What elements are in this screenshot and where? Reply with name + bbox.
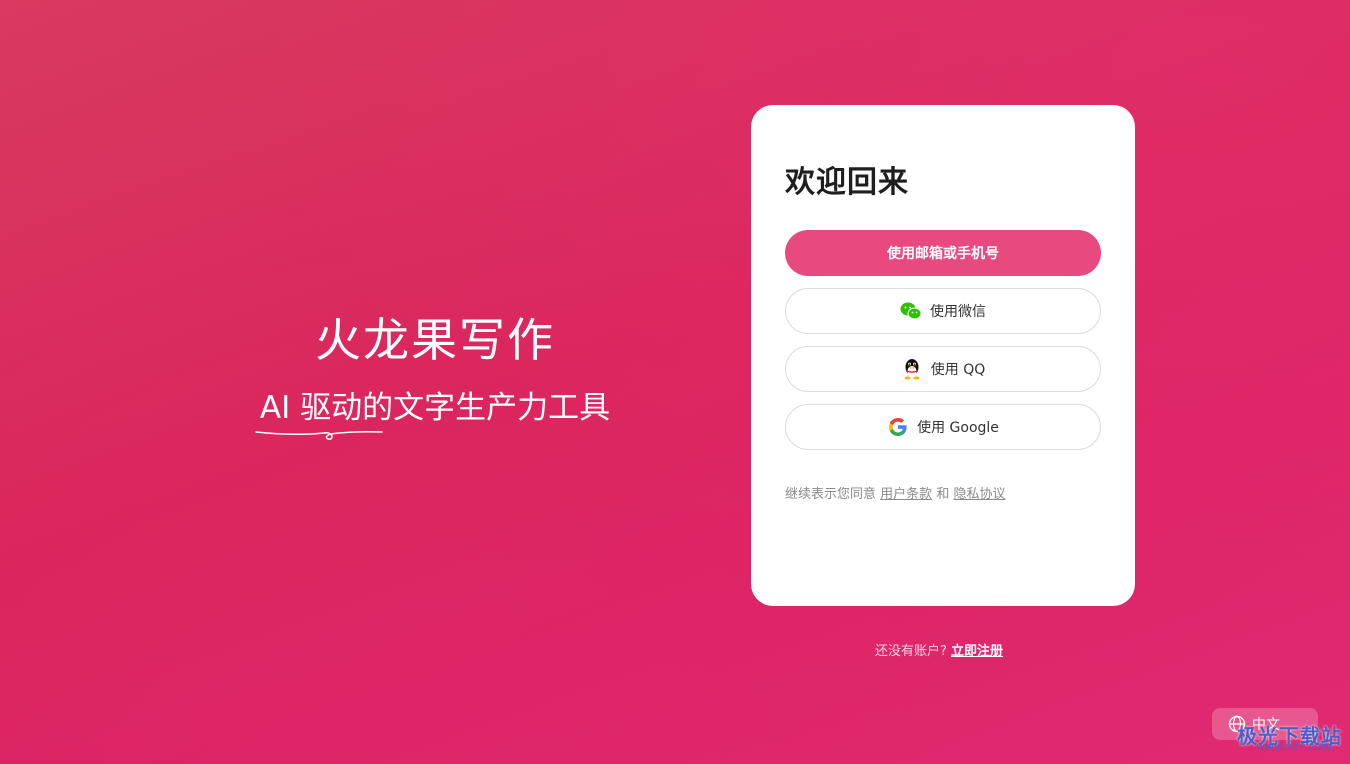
user-terms-link[interactable]: 用户条款	[880, 487, 932, 502]
brand-section: 火龙果写作 AI 驱动的文字生产力工具	[250, 310, 620, 440]
brand-subtitle: AI 驱动的文字生产力工具	[259, 390, 611, 426]
brand-title: 火龙果写作	[315, 313, 555, 367]
background	[0, 0, 1350, 764]
wechat-login-button[interactable]: 使用微信	[785, 288, 1101, 334]
terms-and: 和	[936, 487, 950, 502]
login-title: 欢迎回来	[785, 165, 909, 200]
qq-login-button[interactable]: 使用 QQ	[785, 346, 1101, 392]
google-icon	[887, 416, 909, 438]
wechat-login-label: 使用微信	[930, 304, 986, 320]
terms-prefix: 继续表示您同意	[785, 487, 877, 502]
register-prompt: 还没有账户? 立即注册	[875, 640, 1003, 659]
squiggle-decoration-icon	[255, 431, 383, 440]
watermark-logo: 极光下载站 www.xz7.com	[1190, 712, 1342, 756]
email-phone-login-label: 使用邮箱或手机号	[887, 246, 999, 262]
google-login-label: 使用 Google	[917, 420, 999, 436]
privacy-policy-link[interactable]: 隐私协议	[953, 487, 1005, 502]
email-phone-login-button[interactable]: 使用邮箱或手机号	[785, 230, 1101, 276]
qq-icon	[901, 358, 923, 380]
login-card: 欢迎回来 使用邮箱或手机号 使用微信 使用 QQ 使用 Google 继续表示您…	[751, 105, 1135, 606]
wechat-icon	[900, 300, 922, 322]
terms-notice: 继续表示您同意 用户条款 和 隐私协议	[785, 483, 1005, 502]
watermark-url: www.xz7.com	[1256, 740, 1332, 753]
register-link[interactable]: 立即注册	[951, 644, 1003, 659]
qq-login-label: 使用 QQ	[930, 362, 986, 378]
register-prompt-text: 还没有账户?	[875, 644, 947, 659]
google-login-button[interactable]: 使用 Google	[785, 404, 1101, 450]
